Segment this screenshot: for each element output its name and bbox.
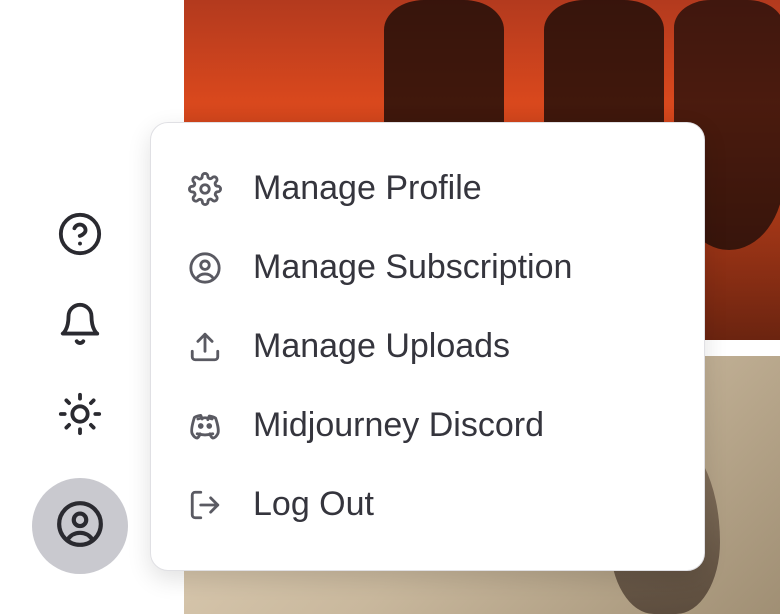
upload-icon xyxy=(187,329,223,365)
discord-icon xyxy=(187,408,223,444)
sun-icon xyxy=(57,391,103,442)
menu-item-log-out[interactable]: Log Out xyxy=(151,465,704,544)
logout-icon xyxy=(187,487,223,523)
menu-item-manage-subscription[interactable]: Manage Subscription xyxy=(151,228,704,307)
user-circle-icon xyxy=(55,499,105,554)
menu-item-label: Midjourney Discord xyxy=(253,406,544,445)
menu-item-discord[interactable]: Midjourney Discord xyxy=(151,386,704,465)
gear-icon xyxy=(187,171,223,207)
menu-item-manage-uploads[interactable]: Manage Uploads xyxy=(151,307,704,386)
help-button[interactable] xyxy=(52,208,108,264)
menu-item-label: Manage Uploads xyxy=(253,327,510,366)
menu-item-label: Manage Profile xyxy=(253,169,482,208)
account-menu: Manage Profile Manage Subscription Manag… xyxy=(150,122,705,571)
menu-item-label: Manage Subscription xyxy=(253,248,572,287)
sidebar xyxy=(0,0,160,614)
help-icon xyxy=(57,211,103,262)
notifications-button[interactable] xyxy=(52,298,108,354)
account-button[interactable] xyxy=(32,478,128,574)
menu-item-label: Log Out xyxy=(253,485,374,524)
bell-icon xyxy=(57,301,103,352)
menu-item-manage-profile[interactable]: Manage Profile xyxy=(151,149,704,228)
theme-toggle-button[interactable] xyxy=(52,388,108,444)
user-circle-icon xyxy=(187,250,223,286)
